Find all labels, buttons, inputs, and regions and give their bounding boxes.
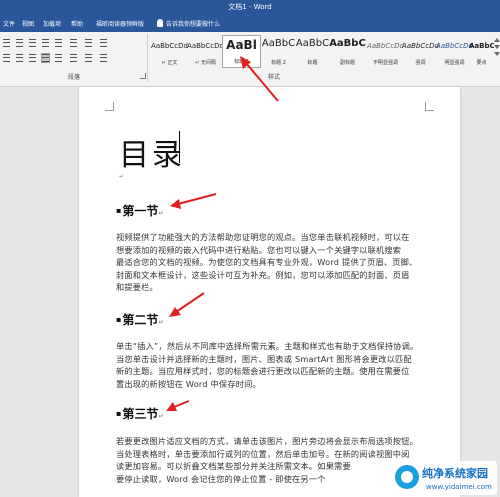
tab-view[interactable]: 视图 <box>22 19 34 28</box>
paragraph-line: 若要更改图片适应文档的方式，请单击该图片，图片旁边将会显示布局选项按钮。 <box>116 436 418 446</box>
site-logo-icon <box>395 465 419 489</box>
style-subtitle[interactable]: AaBbC 副标题 <box>328 35 367 68</box>
align-right-icon[interactable] <box>29 54 36 62</box>
paragraph-line: 要停止读取，Word 会记住您的停止位置 - 即使在另一个 <box>116 473 326 484</box>
chevron-up-icon[interactable] <box>493 38 500 42</box>
section-heading[interactable]: ▪第一节↵ <box>116 202 163 219</box>
numbering-icon[interactable] <box>16 39 23 47</box>
lightbulb-icon <box>157 19 163 27</box>
section-paragraph[interactable]: 视频提供了功能强大的方法帮助您证明您的观点。当您单击联机视频时，可以在 想要添加… <box>116 231 440 294</box>
styles-gallery-scroll[interactable] <box>493 35 500 68</box>
watermark: 纯净系统家园 www.yidaimei.com <box>393 461 497 495</box>
tell-me-search[interactable]: 告诉我你想要做什么 <box>157 17 220 29</box>
show-marks-icon[interactable] <box>100 39 107 47</box>
window-title: 文档1 - Word <box>228 3 272 11</box>
style-strong[interactable]: AaBbCcDd 要点 <box>469 35 494 68</box>
watermark-url: www.yidaimei.com <box>426 483 492 491</box>
sort-icon[interactable] <box>85 39 92 47</box>
decrease-indent-icon[interactable] <box>42 39 49 47</box>
justify-icon[interactable] <box>41 53 50 63</box>
paragraph-line: 和提要栏。 <box>116 282 158 293</box>
style-normal[interactable]: AaBbCcDd ↵ 正文 <box>150 35 189 68</box>
style-heading-1[interactable]: AaBl 标题 1 <box>222 35 261 68</box>
document-title[interactable]: 目录 <box>119 130 185 174</box>
heading-bullet-icon: ▪ <box>116 206 122 215</box>
borders-icon[interactable] <box>100 54 107 62</box>
ribbon-tab-bar: 文件 视图 加载项 帮助 福昕阅读器领鲜版 告诉我你想要做什么 <box>0 13 500 32</box>
paragraph-mark: ↵ <box>119 173 125 180</box>
ribbon: 段落 AaBbCcDd ↵ 正文 AaBbCcDd ↵ 无间隔 AaBl 标题 … <box>0 32 500 87</box>
tab-help[interactable]: 帮助 <box>71 19 83 28</box>
styles-gallery: AaBbCcDd ↵ 正文 AaBbCcDd ↵ 无间隔 AaBl 标题 1 A… <box>148 35 494 68</box>
chinese-layout-icon[interactable] <box>70 39 77 47</box>
paragraph-line: 读更加容易。可以折叠文档某些部分并关注所需文本。如果需要 <box>116 461 351 472</box>
style-no-spacing[interactable]: AaBbCcDd ↵ 无间隔 <box>186 35 225 68</box>
chevron-down-icon[interactable] <box>493 45 500 49</box>
paragraph-line: 置出现的新按钮在 Word 中保存时间。 <box>116 378 261 389</box>
line-spacing-icon[interactable] <box>70 54 77 62</box>
document-page[interactable]: 目录 ↵ ▪第一节↵ 视频提供了功能强大的方法帮助您证明您的观点。当您单击联机视… <box>79 87 460 497</box>
paragraph-line: 单击“插入”，然后从不同库中选择所需元素。主题和样式也有助于文档保持协调。 <box>116 341 419 351</box>
paragraph-line: 想要添加的视频的嵌入代码中进行粘贴。您也可以键入一个关键字以联机搜索 <box>116 244 402 255</box>
paragraph-line: 封面和文本框设计，这些设计可互为补充。例如，您可以添加匹配的封面、页眉 <box>116 269 410 280</box>
more-styles-icon[interactable] <box>493 52 500 56</box>
crop-mark <box>105 102 114 111</box>
increase-indent-icon[interactable] <box>55 39 62 47</box>
section-heading[interactable]: ▪第三节↵ <box>116 405 163 422</box>
heading-bullet-icon: ▪ <box>116 315 122 324</box>
paragraph-line: 当您单击设计并选择新的主题时，图片、图表或 SmartArt 图形将会更改以匹配 <box>116 353 412 364</box>
paragraph-group <box>0 36 147 76</box>
paragraph-dialog-launcher-icon[interactable] <box>140 73 146 79</box>
distributed-icon[interactable] <box>55 54 62 62</box>
document-area: 目录 ↵ ▪第一节↵ 视频提供了功能强大的方法帮助您证明您的观点。当您单击联机视… <box>0 87 500 497</box>
tab-addins[interactable]: 加载项 <box>43 19 61 28</box>
shading-icon[interactable] <box>85 54 92 62</box>
heading-bullet-icon: ▪ <box>116 409 122 418</box>
paragraph-line: 视频提供了功能强大的方法帮助您证明您的观点。当您单击联机视频时，可以在 <box>116 232 410 242</box>
watermark-name: 纯净系统家园 <box>422 467 488 480</box>
paragraph-line: 最适合您的文档的视频。为使您的文档具有专业外观，Word 提供了页眉、页脚、 <box>116 257 418 268</box>
style-title[interactable]: AaBbC 标题 <box>293 35 332 68</box>
section-heading[interactable]: ▪第二节↵ <box>116 311 163 328</box>
align-left-icon[interactable] <box>3 54 10 62</box>
title-bar: 文档1 - Word <box>0 0 500 13</box>
styles-group-label: 样式 <box>268 74 281 81</box>
style-subtle-emphasis[interactable]: AaBbCcDd 不明显强调 <box>366 35 405 68</box>
tell-me-text: 告诉我你想要做什么 <box>166 20 221 28</box>
tab-file[interactable]: 文件 <box>3 19 15 28</box>
paragraph-line: 当处理表格时，单击要添加行或列的位置，然后单击加号。在新的阅读视图中阅 <box>116 448 410 459</box>
align-center-icon[interactable] <box>16 54 23 62</box>
multilevel-list-icon[interactable] <box>29 39 36 47</box>
paragraph-line: 新的主题。当应用样式时，您的标题会进行更改以匹配新的主题。使用在需要位 <box>116 366 410 377</box>
tab-foxit[interactable]: 福昕阅读器领鲜版 <box>96 19 144 28</box>
section-paragraph[interactable]: 单击“插入”，然后从不同库中选择所需元素。主题和样式也有助于文档保持协调。 当您… <box>116 340 440 390</box>
text-cursor <box>179 131 180 163</box>
section-paragraph[interactable]: 若要更改图片适应文档的方式，请单击该图片，图片旁边将会显示布局选项按钮。 当处理… <box>116 435 440 485</box>
crop-mark <box>425 102 434 111</box>
paragraph-group-label: 段落 <box>68 74 81 81</box>
bullets-icon[interactable] <box>3 39 10 47</box>
